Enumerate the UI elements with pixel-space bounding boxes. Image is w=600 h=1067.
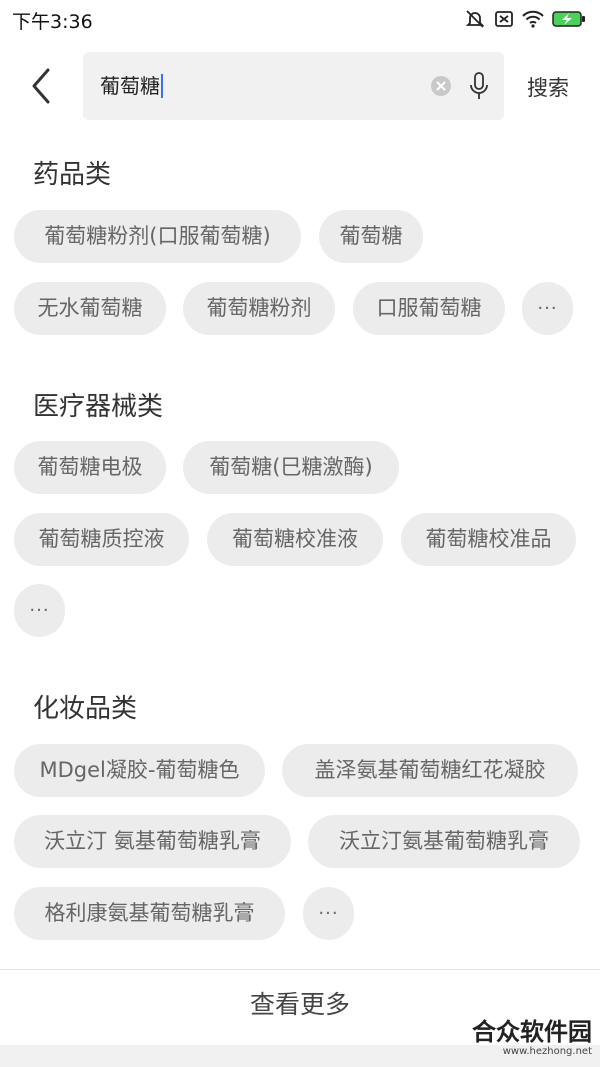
search-bar: 葡萄糖 搜索: [0, 52, 600, 120]
chip-cosmetic-4[interactable]: 沃立汀氨基葡萄糖乳膏: [308, 815, 580, 868]
search-button[interactable]: 搜索: [527, 72, 569, 102]
back-arrow-icon: [32, 68, 50, 104]
section-title-drugs: 药品类: [33, 160, 112, 190]
search-query: 葡萄糖: [100, 74, 163, 98]
text-caret: [161, 74, 163, 98]
chip-cosmetic-5[interactable]: 格利康氨基葡萄糖乳膏: [14, 887, 285, 940]
status-time: 下午3:36: [12, 11, 93, 33]
back-button[interactable]: [24, 66, 60, 106]
chip-drug-4[interactable]: 葡萄糖粉剂: [183, 282, 335, 335]
chip-device-4[interactable]: 葡萄糖校准液: [207, 513, 383, 566]
voice-search-button[interactable]: [469, 72, 489, 100]
chip-drug-more[interactable]: ···: [522, 282, 573, 335]
chip-cosmetic-1[interactable]: MDgel凝胶-葡萄糖色: [14, 744, 265, 797]
status-icons: [464, 8, 586, 30]
microphone-icon: [470, 72, 488, 99]
section-title-cosmetics: 化妆品类: [33, 694, 138, 724]
sim-off-icon: [495, 11, 513, 27]
wifi-icon: [522, 10, 544, 28]
clear-icon: [436, 81, 446, 91]
chip-device-3[interactable]: 葡萄糖质控液: [14, 513, 189, 566]
status-bar: 下午3:36: [0, 0, 600, 40]
search-input[interactable]: 葡萄糖: [83, 52, 504, 120]
chip-cosmetic-more[interactable]: ···: [303, 887, 354, 940]
chip-device-more[interactable]: ···: [14, 584, 65, 637]
chip-device-2[interactable]: 葡萄糖(巳糖激酶): [183, 441, 399, 494]
chip-device-1[interactable]: 葡萄糖电极: [14, 441, 166, 494]
chip-device-5[interactable]: 葡萄糖校准品: [401, 513, 576, 566]
chip-drug-1[interactable]: 葡萄糖粉剂(口服葡萄糖): [14, 210, 301, 263]
mute-bell-icon: [465, 10, 485, 28]
watermark-title: 合众软件园: [472, 1018, 592, 1046]
watermark-url: www.hezhong.net: [502, 1046, 592, 1057]
clear-button[interactable]: [431, 76, 451, 96]
chip-cosmetic-3[interactable]: 沃立汀 氨基葡萄糖乳膏: [14, 815, 291, 868]
watermark: 合众软件园 www.hezhong.net: [472, 1018, 592, 1058]
chip-drug-3[interactable]: 无水葡萄糖: [14, 282, 166, 335]
chip-drug-2[interactable]: 葡萄糖: [319, 210, 423, 263]
chip-drug-5[interactable]: 口服葡萄糖: [353, 282, 505, 335]
chip-cosmetic-2[interactable]: 盖泽氨基葡萄糖红花凝胶: [282, 744, 578, 797]
section-title-devices: 医疗器械类: [33, 392, 164, 422]
battery-charging-icon: [552, 11, 585, 27]
